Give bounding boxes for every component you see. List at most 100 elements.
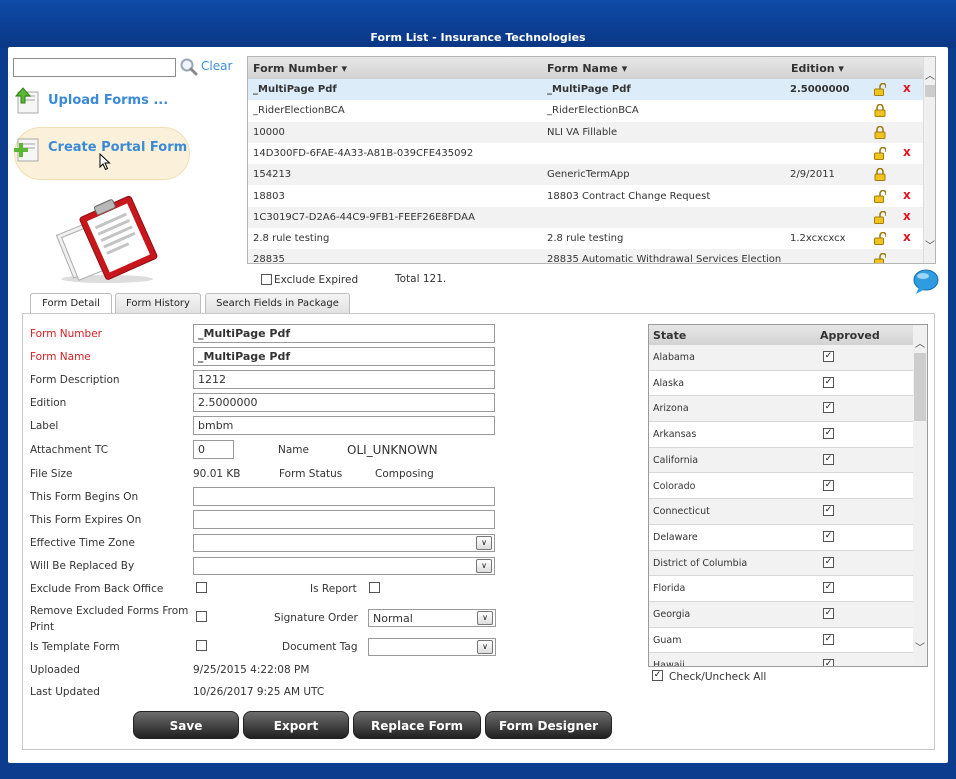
- col-form-name[interactable]: Form Name ▾: [547, 62, 627, 75]
- exclude-back-office-checkbox[interactable]: [196, 582, 207, 593]
- approved-checkbox[interactable]: ✓: [823, 608, 834, 619]
- file-size-value: 90.01 KB: [193, 468, 241, 480]
- tab-form-history[interactable]: Form History: [115, 293, 201, 313]
- edition-input[interactable]: 2.5000000: [193, 393, 495, 412]
- table-row[interactable]: 154213 GenericTermApp 2/9/2011: [248, 164, 924, 186]
- replaced-by-select[interactable]: ∨: [193, 557, 495, 575]
- lock-icon[interactable]: [874, 167, 886, 182]
- export-button[interactable]: Export: [243, 711, 349, 739]
- table-row[interactable]: 2.8 rule testing 2.8 rule testing 1.2xcxcx…: [248, 228, 924, 249]
- state-grid-scrollbar[interactable]: ︿ ﹀: [913, 325, 927, 666]
- expires-on-label: This Form Expires On: [30, 514, 142, 526]
- form-designer-button[interactable]: Form Designer: [485, 711, 612, 739]
- scroll-down-icon[interactable]: ﹀: [924, 237, 935, 252]
- remove-excluded-checkbox[interactable]: [196, 611, 207, 622]
- exclude-expired-checkbox[interactable]: [261, 274, 272, 285]
- approved-checkbox[interactable]: ✓: [823, 402, 834, 414]
- search-input[interactable]: [13, 58, 176, 77]
- unlocked-icon[interactable]: [874, 231, 887, 246]
- unlocked-icon[interactable]: [874, 82, 887, 96]
- cell-form-name: 2.8 rule testing: [547, 233, 624, 245]
- clear-link[interactable]: Clear: [201, 59, 232, 73]
- col-approved[interactable]: Approved: [820, 329, 880, 342]
- delete-icon[interactable]: x: [903, 188, 911, 202]
- col-edition[interactable]: Edition ▾: [791, 62, 844, 75]
- table-row[interactable]: 18803 18803 Contract Change Request x: [248, 186, 924, 207]
- approved-checkbox[interactable]: ✓: [823, 453, 834, 465]
- col-state[interactable]: State: [653, 329, 686, 342]
- chevron-down-icon[interactable]: ∨: [476, 559, 492, 573]
- approved-checkbox[interactable]: ✓: [823, 556, 834, 568]
- upload-forms-link[interactable]: Upload Forms ...: [48, 93, 168, 108]
- help-bubble-icon[interactable]: [913, 269, 939, 295]
- approved-checkbox[interactable]: ✓: [823, 505, 834, 517]
- tab-search-fields[interactable]: Search Fields in Package: [205, 293, 350, 313]
- table-row[interactable]: 1C3019C7-D2A6-44C9-9FB1-FEEF26E8FDAA x: [248, 206, 924, 229]
- table-row[interactable]: 28835 28835 Automatic Withdrawal Services…: [248, 249, 924, 263]
- approved-checkbox[interactable]: ✓: [823, 351, 834, 362]
- approved-checkbox[interactable]: ✓: [823, 659, 834, 666]
- scroll-thumb[interactable]: [925, 85, 935, 97]
- signature-order-select[interactable]: Normal ∨: [368, 609, 496, 627]
- approved-checkbox[interactable]: ✓: [823, 633, 834, 645]
- cell-form-number: _RiderElectionBCA: [253, 105, 345, 117]
- delete-icon[interactable]: x: [903, 230, 911, 244]
- chevron-down-icon[interactable]: ∨: [477, 611, 493, 625]
- lock-icon[interactable]: [874, 125, 886, 139]
- scroll-up-icon[interactable]: ︿: [924, 67, 935, 82]
- upload-icon[interactable]: [12, 87, 42, 115]
- delete-icon[interactable]: x: [903, 145, 911, 159]
- expires-on-input[interactable]: [193, 510, 495, 529]
- scroll-down-icon[interactable]: ﹀: [913, 639, 927, 654]
- label-input[interactable]: bmbm: [193, 416, 495, 435]
- form-number-input[interactable]: _MultiPage Pdf: [193, 324, 495, 343]
- name-label: Name: [278, 444, 309, 456]
- save-button[interactable]: Save: [133, 711, 239, 739]
- form-name-input[interactable]: _MultiPage Pdf: [193, 347, 495, 366]
- template-form-checkbox[interactable]: [196, 640, 207, 651]
- form-name-label: Form Name: [30, 351, 91, 363]
- table-row[interactable]: _RiderElectionBCA _RiderElectionBCA: [248, 100, 924, 121]
- cell-form-name: 18803 Contract Change Request: [547, 190, 711, 202]
- unlocked-icon[interactable]: [874, 189, 887, 203]
- scroll-thumb[interactable]: [914, 353, 926, 421]
- attachment-tc-input[interactable]: 0: [193, 440, 234, 459]
- replace-form-button[interactable]: Replace Form: [353, 711, 481, 739]
- approved-checkbox[interactable]: ✓: [823, 376, 834, 388]
- cell-form-number: 14D300FD-6FAE-4A33-A81B-039CFE435092: [253, 147, 474, 159]
- table-row[interactable]: 14D300FD-6FAE-4A33-A81B-039CFE435092 x: [248, 143, 924, 164]
- begins-on-input[interactable]: [193, 487, 495, 506]
- col-form-number[interactable]: Form Number ▾: [253, 62, 347, 75]
- delete-icon[interactable]: x: [903, 209, 911, 223]
- approved-checkbox[interactable]: ✓: [823, 428, 834, 440]
- table-row[interactable]: 10000 NLI VA Fillable: [248, 121, 924, 143]
- approved-checkbox[interactable]: ✓: [823, 479, 834, 491]
- list-item: Alabama ✓: [649, 345, 913, 371]
- is-report-checkbox[interactable]: [369, 582, 380, 593]
- create-portal-form-label[interactable]: Create Portal Form: [48, 140, 187, 155]
- check-all-checkbox[interactable]: ✓: [652, 670, 663, 681]
- approved-checkbox[interactable]: ✓: [823, 582, 834, 594]
- lock-icon[interactable]: [874, 104, 886, 118]
- add-form-icon[interactable]: [12, 135, 42, 163]
- time-zone-select[interactable]: ∨: [193, 534, 495, 552]
- chevron-down-icon[interactable]: ∨: [477, 640, 493, 654]
- table-row[interactable]: _MultiPage Pdf _MultiPage Pdf 2.5000000 x: [248, 79, 924, 101]
- approved-checkbox[interactable]: ✓: [823, 530, 834, 542]
- unlocked-icon[interactable]: [874, 253, 887, 263]
- list-item: District of Columbia ✓: [649, 550, 913, 577]
- chevron-down-icon[interactable]: ∨: [476, 536, 492, 550]
- document-tag-select[interactable]: ∨: [368, 638, 496, 656]
- form-list-scrollbar[interactable]: ︿ ﹀: [923, 57, 935, 263]
- delete-icon[interactable]: x: [903, 81, 911, 95]
- tab-form-detail[interactable]: Form Detail: [30, 293, 112, 314]
- list-item: California ✓: [649, 447, 913, 474]
- unlocked-icon[interactable]: [874, 210, 887, 224]
- form-status-label: Form Status: [279, 468, 343, 480]
- cell-form-name: _RiderElectionBCA: [547, 105, 639, 117]
- form-description-input[interactable]: 1212: [193, 370, 495, 389]
- scroll-up-icon[interactable]: ︿: [913, 335, 927, 350]
- search-icon[interactable]: [179, 57, 199, 77]
- unlocked-icon[interactable]: [874, 146, 887, 160]
- cell-form-number: 154213: [253, 169, 292, 181]
